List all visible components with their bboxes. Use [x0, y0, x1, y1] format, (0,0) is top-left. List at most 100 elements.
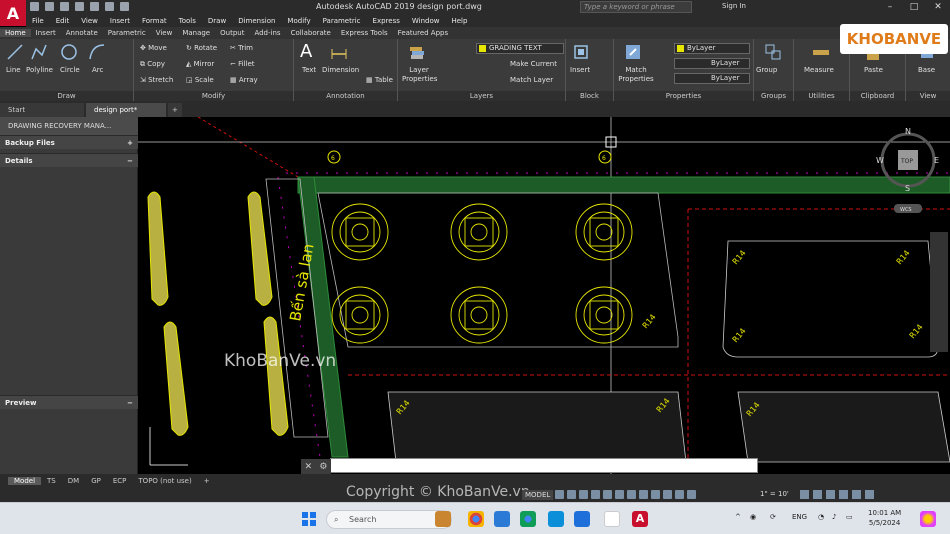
collapse-icon[interactable]: − [127, 396, 133, 410]
move-button[interactable]: ✥ Move [140, 44, 167, 52]
groups-panel-title[interactable]: Groups [754, 91, 793, 101]
taskbar-search[interactable]: ⌕ Search [326, 510, 452, 529]
ortho-icon[interactable] [579, 490, 588, 499]
text-button[interactable]: Text [302, 66, 316, 74]
tab-design-port[interactable]: design port* [86, 103, 166, 117]
menu-modify[interactable]: Modify [281, 17, 316, 25]
color-dropdown[interactable]: ByLayer [674, 43, 750, 54]
chrome-icon[interactable] [468, 511, 484, 527]
collapse-icon[interactable]: − [127, 154, 133, 168]
menu-format[interactable]: Format [136, 17, 173, 25]
print-icon[interactable] [90, 2, 99, 11]
sign-in-button[interactable]: Sign In [722, 2, 746, 10]
volume-icon[interactable]: ♪ [832, 513, 836, 521]
autocad-taskbar-icon[interactable]: A [632, 511, 648, 527]
tab-view[interactable]: View [151, 29, 178, 37]
edge-icon[interactable] [494, 511, 510, 527]
drawing-canvas[interactable]: 6 6 R14 R14 R14 R14 R14 R14 R14 R14 Bến … [138, 117, 950, 474]
undo-icon[interactable] [105, 2, 114, 11]
file-explorer-icon[interactable] [435, 511, 451, 527]
line-button[interactable]: Line [6, 66, 21, 74]
layer-properties-button[interactable]: Layer Properties [402, 66, 437, 84]
clean-screen-icon[interactable] [852, 490, 861, 499]
block-panel-title[interactable]: Block [566, 91, 613, 101]
tab-home[interactable]: Home [0, 29, 31, 37]
menu-tools[interactable]: Tools [173, 17, 202, 25]
properties-panel-title[interactable]: Properties [614, 91, 753, 101]
redo-icon[interactable] [120, 2, 129, 11]
tab-ecp[interactable]: ECP [107, 477, 133, 485]
zalo-icon[interactable] [574, 511, 590, 527]
settings-icon[interactable] [800, 490, 809, 499]
tray-chevron-icon[interactable]: ^ [735, 513, 741, 521]
annotation-visibility-icon[interactable] [675, 490, 684, 499]
rotate-button[interactable]: ↻ Rotate [186, 44, 217, 52]
battery-icon[interactable]: ▭ [846, 513, 853, 521]
zoom-icon[interactable] [548, 511, 564, 527]
windows-start-icon[interactable] [302, 512, 316, 526]
selection-cycling-icon[interactable] [651, 490, 660, 499]
wrench-icon[interactable]: ⚙ [319, 462, 327, 472]
application-menu-button[interactable]: A [0, 0, 26, 26]
tab-manage[interactable]: Manage [177, 29, 215, 37]
modify-panel-title[interactable]: Modify [134, 91, 293, 101]
close-icon[interactable]: ✕ [305, 462, 313, 472]
tab-annotate[interactable]: Annotate [61, 29, 103, 37]
system-clock[interactable]: 10:01 AM 5/5/2024 [868, 508, 901, 528]
utilities-panel-title[interactable]: Utilities [794, 91, 849, 101]
circle-button[interactable]: Circle [60, 66, 80, 74]
annotation-scale[interactable]: 1" = 10' [760, 490, 789, 498]
menu-dimension[interactable]: Dimension [232, 17, 281, 25]
lineweight-dropdown[interactable]: ByLayer [674, 73, 750, 84]
tab-collaborate[interactable]: Collaborate [286, 29, 336, 37]
maximize-button[interactable]: □ [902, 0, 926, 14]
language-indicator[interactable]: ENG [792, 513, 807, 521]
transparency-icon[interactable] [639, 490, 648, 499]
menu-view[interactable]: View [75, 17, 104, 25]
tab-ts[interactable]: TS [41, 477, 62, 485]
paste-button[interactable]: Paste [864, 66, 883, 74]
table-button[interactable]: ▦ Table [366, 76, 393, 84]
measure-button[interactable]: Measure [804, 66, 834, 74]
hardware-acceleration-icon[interactable] [839, 490, 848, 499]
compass-w[interactable]: W [876, 156, 884, 165]
measure-icon[interactable] [812, 43, 830, 61]
save-as-icon[interactable] [75, 2, 84, 11]
polyline-button[interactable]: Polyline [26, 66, 53, 74]
insert-button[interactable]: Insert [570, 66, 590, 74]
clipboard-panel-title[interactable]: Clipboard [850, 91, 905, 101]
menu-edit[interactable]: Edit [50, 17, 76, 25]
otrack-icon[interactable] [615, 490, 624, 499]
fillet-button[interactable]: ⌐ Fillet [230, 60, 255, 68]
autoscale-icon[interactable] [687, 490, 696, 499]
zalo-app-icon[interactable] [604, 511, 620, 527]
open-icon[interactable] [45, 2, 54, 11]
isolate-icon[interactable] [826, 490, 835, 499]
dimension-icon[interactable] [330, 45, 348, 63]
osnap-icon[interactable] [603, 490, 612, 499]
menu-window[interactable]: Window [406, 17, 446, 25]
new-tab-button[interactable]: + [168, 103, 182, 117]
add-layout-button[interactable]: + [198, 477, 216, 485]
tray-sync-icon[interactable]: ⟳ [770, 513, 776, 521]
arc-icon[interactable] [88, 43, 106, 61]
line-icon[interactable] [6, 43, 24, 61]
viewcube-top[interactable]: TOP [900, 158, 913, 165]
wifi-icon[interactable]: ◔ [818, 513, 824, 521]
tab-insert[interactable]: Insert [31, 29, 61, 37]
copy-button[interactable]: ⧉ Copy [140, 60, 165, 69]
menu-help[interactable]: Help [445, 17, 473, 25]
tab-featured-apps[interactable]: Featured Apps [393, 29, 453, 37]
tab-express-tools[interactable]: Express Tools [336, 29, 393, 37]
new-icon[interactable] [30, 2, 39, 11]
tab-gp[interactable]: GP [85, 477, 107, 485]
command-line[interactable]: ✕ ⚙ [301, 458, 758, 474]
text-icon[interactable]: A [300, 41, 312, 62]
details-section[interactable]: Details − [0, 153, 138, 167]
tab-model[interactable]: Model [8, 477, 42, 485]
mirror-button[interactable]: ◭ Mirror [186, 60, 214, 68]
array-button[interactable]: ▦ Array [230, 76, 258, 84]
polar-icon[interactable] [591, 490, 600, 499]
minimize-button[interactable]: – [878, 0, 902, 14]
tab-output[interactable]: Output [215, 29, 249, 37]
